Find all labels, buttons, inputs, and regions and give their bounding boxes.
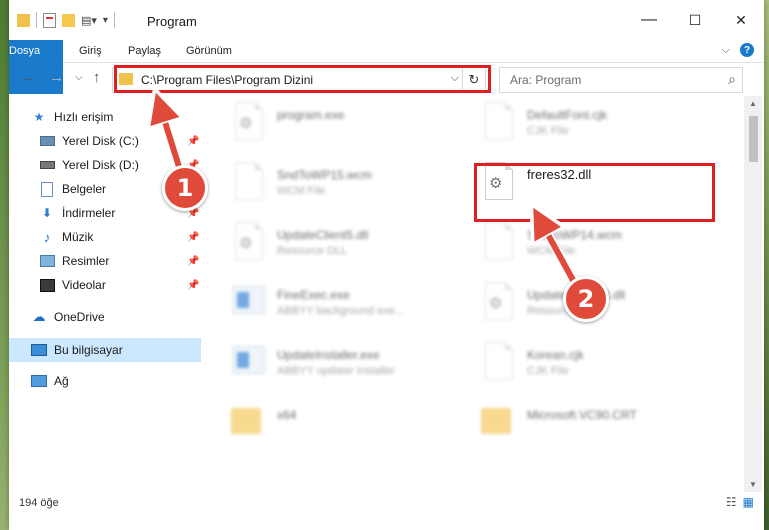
arrow-to-file — [540, 220, 577, 285]
callout-two: 2 — [563, 276, 609, 322]
callout-one: 1 — [162, 165, 208, 211]
arrow-to-address — [160, 106, 183, 173]
callout-arrows — [0, 0, 579, 287]
